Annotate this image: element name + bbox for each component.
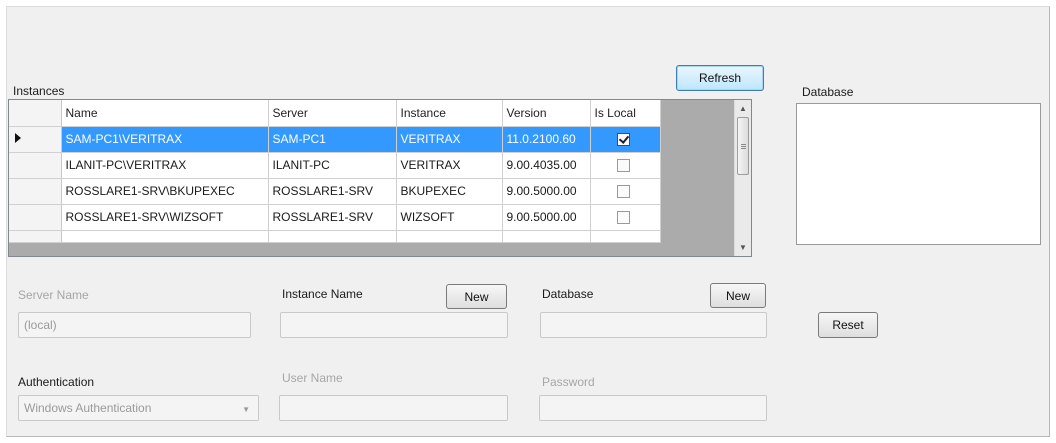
instances-grid[interactable]: Name Server Instance Version Is Local SA… (8, 99, 752, 257)
cell-name[interactable]: ROSSLARE1-SRV\BKUPEXEC (61, 178, 269, 205)
cell-instance[interactable]: VERITRAX (396, 152, 503, 179)
table-row[interactable]: SAM-PC1\VERITRAX SAM-PC1 VERITRAX 11.0.2… (9, 126, 661, 153)
table-row-partial[interactable] (9, 230, 661, 243)
chevron-down-icon[interactable]: ▼ (242, 405, 250, 414)
row-header[interactable] (9, 126, 62, 153)
password-label: Password (542, 375, 595, 389)
is-local-checkbox[interactable] (616, 159, 630, 173)
database-label: Database (542, 287, 594, 301)
cell-name[interactable]: ROSSLARE1-SRV\WIZSOFT (61, 204, 269, 231)
row-header-corner (9, 100, 62, 127)
cell-version[interactable]: 11.0.2100.60 (502, 126, 591, 153)
authentication-select[interactable]: Windows Authentication ▼ (18, 395, 259, 421)
cell-name[interactable]: SAM-PC1\VERITRAX (61, 126, 269, 153)
server-name-field[interactable]: (local) (18, 312, 251, 338)
scroll-up-icon[interactable]: ▲ (735, 100, 751, 117)
cell-instance[interactable]: VERITRAX (396, 126, 503, 153)
authentication-value: Windows Authentication (24, 401, 152, 415)
password-field[interactable] (539, 395, 767, 421)
table-row[interactable]: ILANIT-PC\VERITRAX ILANIT-PC VERITRAX 9.… (9, 152, 661, 179)
cell-server[interactable]: ROSSLARE1-SRV (268, 178, 397, 205)
database-list-label: Database (802, 85, 854, 99)
database-listbox[interactable] (796, 103, 1041, 245)
is-local-checkbox[interactable] (616, 185, 630, 199)
table-row[interactable]: ROSSLARE1-SRV\WIZSOFT ROSSLARE1-SRV WIZS… (9, 204, 661, 231)
cell-server[interactable]: SAM-PC1 (268, 126, 397, 153)
row-header[interactable] (9, 230, 62, 243)
instances-table: Name Server Instance Version Is Local SA… (9, 100, 661, 243)
table-row[interactable]: ROSSLARE1-SRV\BKUPEXEC ROSSLARE1-SRV BKU… (9, 178, 661, 205)
cell-is-local[interactable] (590, 178, 661, 205)
column-header-name[interactable]: Name (61, 100, 269, 127)
new-instance-button[interactable]: New (446, 284, 507, 309)
refresh-button[interactable]: Refresh (676, 65, 764, 91)
row-header[interactable] (9, 178, 62, 205)
cell-version[interactable]: 9.00.4035.00 (502, 152, 591, 179)
scrollbar-thumb[interactable] (737, 117, 749, 175)
cell-instance[interactable]: WIZSOFT (396, 204, 503, 231)
column-header-is-local[interactable]: Is Local (590, 100, 661, 127)
scroll-down-icon[interactable]: ▼ (735, 239, 751, 256)
authentication-label: Authentication (18, 375, 95, 389)
is-local-checkbox[interactable] (616, 211, 630, 225)
cell-server[interactable]: ILANIT-PC (268, 152, 397, 179)
row-pointer-icon (15, 133, 21, 143)
cell-is-local[interactable] (590, 152, 661, 179)
is-local-checkbox[interactable] (616, 133, 630, 147)
column-header-server[interactable]: Server (268, 100, 397, 127)
user-name-field[interactable] (279, 395, 508, 421)
column-header-version[interactable]: Version (502, 100, 591, 127)
cell-version[interactable]: 9.00.5000.00 (502, 204, 591, 231)
cell-is-local[interactable] (590, 204, 661, 231)
form-panel: Instances Refresh Name Server Instance V… (6, 6, 1050, 437)
grip-icon (741, 144, 746, 145)
instances-label: Instances (13, 84, 65, 98)
column-header-instance[interactable]: Instance (396, 100, 503, 127)
new-database-button[interactable]: New (710, 283, 766, 308)
table-header-row: Name Server Instance Version Is Local (9, 100, 661, 127)
reset-button[interactable]: Reset (818, 312, 878, 338)
cell-is-local[interactable] (590, 126, 661, 153)
user-name-label: User Name (282, 371, 343, 385)
instance-name-label: Instance Name (282, 287, 363, 301)
cell-instance[interactable]: BKUPEXEC (396, 178, 503, 205)
cell-version[interactable]: 9.00.5000.00 (502, 178, 591, 205)
row-header[interactable] (9, 204, 62, 231)
cell-name[interactable]: ILANIT-PC\VERITRAX (61, 152, 269, 179)
instance-name-field[interactable] (280, 312, 508, 338)
cell-server[interactable]: ROSSLARE1-SRV (268, 204, 397, 231)
server-name-label: Server Name (18, 288, 89, 302)
database-field[interactable] (540, 312, 767, 338)
grid-vertical-scrollbar[interactable]: ▲ ▼ (734, 100, 751, 256)
row-header[interactable] (9, 152, 62, 179)
